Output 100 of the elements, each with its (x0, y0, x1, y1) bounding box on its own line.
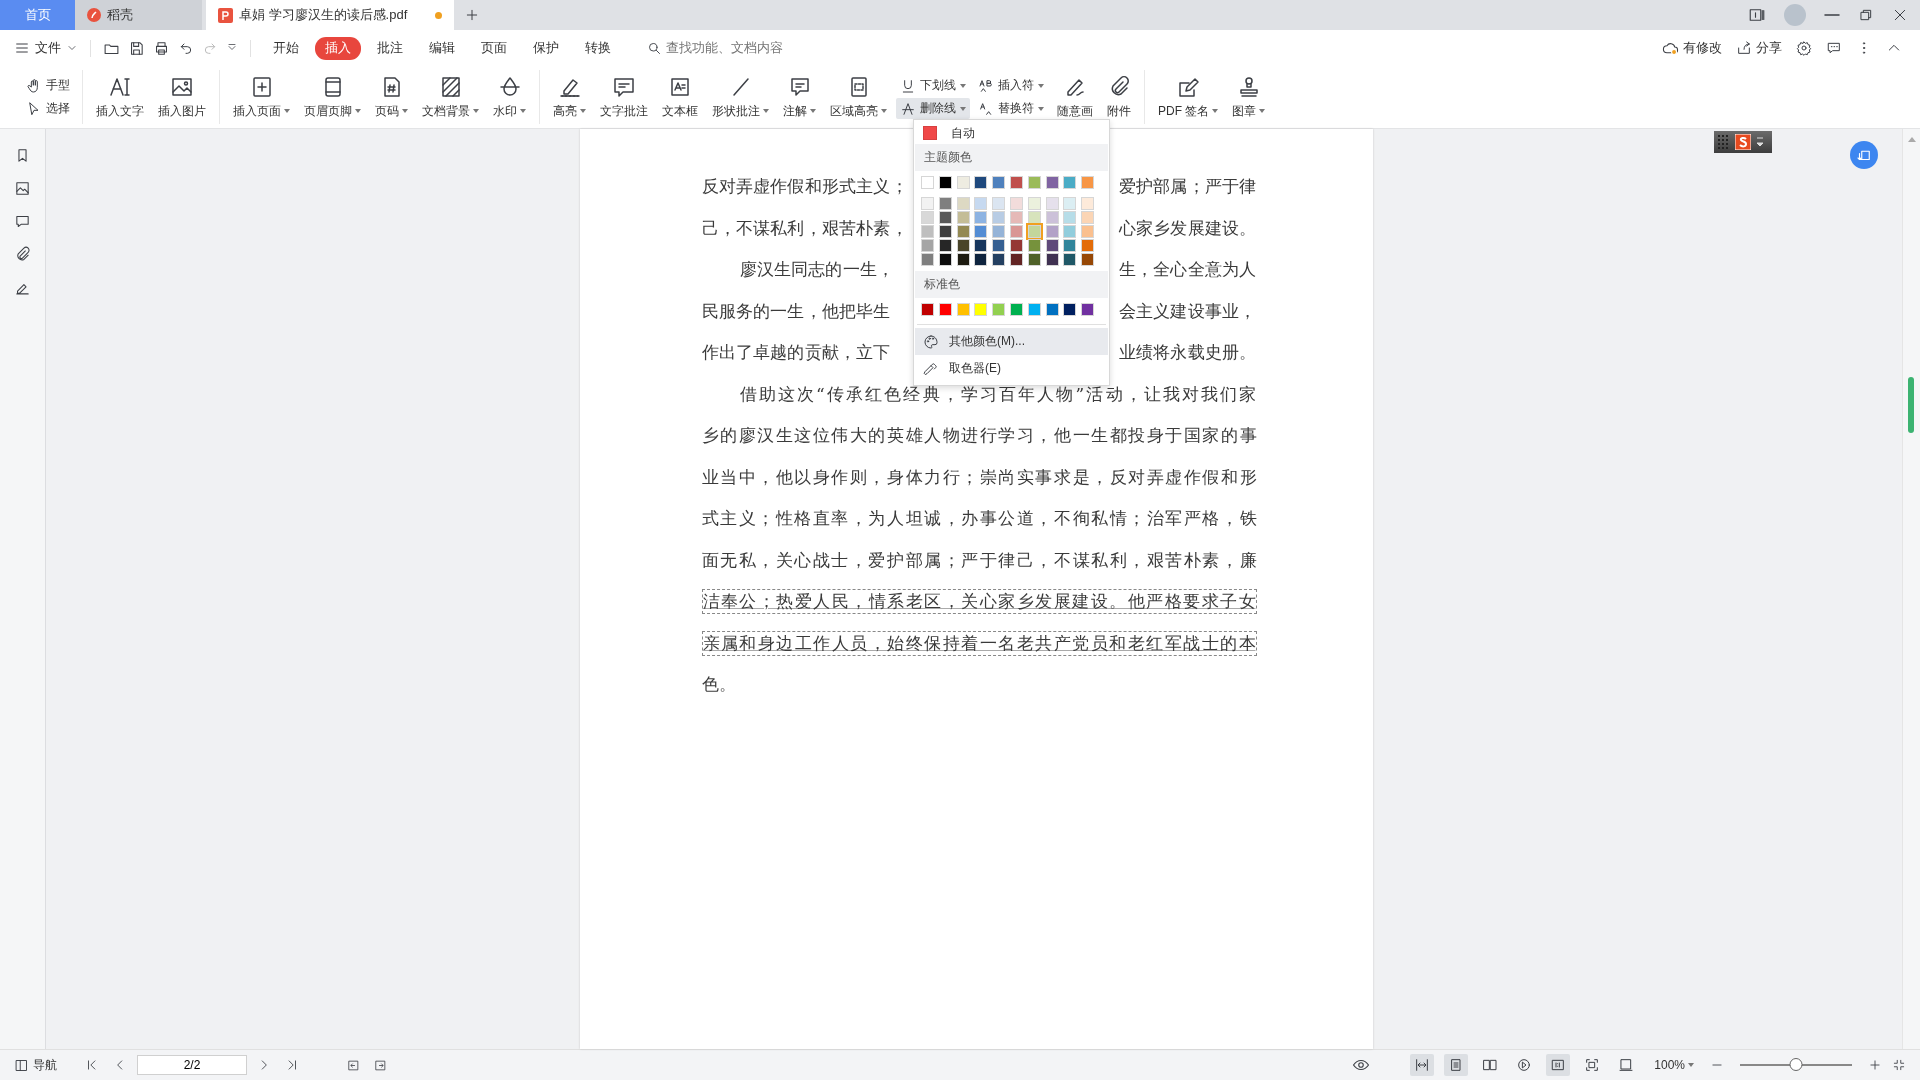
toolbar-button[interactable]: 页眉页脚 (299, 73, 366, 121)
color-swatch[interactable] (1010, 211, 1023, 224)
toolbar-button[interactable]: 形状批注 (707, 73, 774, 121)
color-swatch[interactable] (921, 176, 934, 189)
toolbar-button[interactable]: PDF 签名 (1153, 73, 1224, 121)
color-swatch[interactable] (1081, 197, 1095, 210)
color-swatch[interactable] (938, 225, 952, 238)
color-swatch[interactable] (1063, 197, 1077, 210)
color-swatch[interactable] (956, 303, 970, 316)
auto-color-option[interactable]: 自动 (915, 122, 983, 144)
file-menu[interactable]: 文件 (14, 39, 78, 57)
color-swatch[interactable] (1027, 303, 1041, 316)
color-swatch[interactable] (1027, 239, 1041, 252)
toolbar-button[interactable]: 注解 (778, 73, 821, 121)
color-swatch[interactable] (974, 239, 988, 252)
color-swatch[interactable] (1045, 176, 1059, 189)
slider-thumb[interactable] (1789, 1058, 1803, 1071)
menu-tab[interactable]: 开始 (263, 36, 309, 60)
color-swatch[interactable] (1010, 225, 1023, 238)
color-swatch[interactable] (1045, 211, 1059, 224)
view-button[interactable] (1410, 1054, 1435, 1076)
color-swatch[interactable] (1027, 176, 1041, 189)
color-swatch[interactable] (938, 211, 952, 224)
color-swatch[interactable] (1010, 197, 1023, 210)
color-swatch[interactable] (956, 225, 970, 238)
toolbar-button[interactable]: 选择 (22, 98, 74, 119)
view-button[interactable] (1546, 1054, 1571, 1076)
toolbar-button[interactable]: 插入图片 (153, 73, 211, 121)
color-swatch[interactable] (1027, 253, 1041, 266)
color-swatch[interactable] (1063, 239, 1077, 252)
toolbar-button[interactable]: 删除线 (896, 98, 970, 119)
color-swatch[interactable] (1027, 197, 1041, 210)
color-swatch[interactable] (956, 211, 970, 224)
color-swatch[interactable] (992, 225, 1006, 238)
toolbar-button[interactable]: 随意画 (1052, 73, 1098, 121)
convert-button[interactable] (1850, 141, 1878, 169)
menu-tab[interactable]: 转换 (575, 36, 621, 60)
color-swatch[interactable] (1063, 176, 1077, 189)
toolbar-button[interactable]: 文本框 (657, 73, 703, 121)
share-button[interactable]: 分享 (1736, 39, 1782, 57)
toolbar-button[interactable]: 水印 (488, 73, 531, 121)
color-swatch[interactable] (1081, 225, 1095, 238)
menu-item[interactable]: 其他颜色(M)... (915, 328, 1108, 355)
view-button[interactable] (1444, 1054, 1469, 1076)
scroll-thumb[interactable] (1908, 377, 1914, 433)
menu-tab[interactable]: 页面 (471, 36, 517, 60)
navigation-button[interactable]: 导航 (14, 1056, 57, 1074)
color-swatch[interactable] (992, 197, 1006, 210)
tab[interactable]: 稻壳 (75, 0, 202, 30)
menu-tab[interactable]: 批注 (367, 36, 413, 60)
color-swatch[interactable] (1081, 211, 1095, 224)
color-swatch[interactable] (1010, 176, 1023, 189)
color-swatch[interactable] (921, 303, 934, 316)
zoom-dropdown[interactable]: 100% (1654, 1058, 1694, 1072)
color-swatch[interactable] (921, 211, 934, 224)
toolbar-button[interactable]: 页码 (370, 73, 413, 121)
color-swatch[interactable] (1063, 211, 1077, 224)
color-swatch[interactable] (1010, 303, 1023, 316)
color-swatch[interactable] (956, 197, 970, 210)
ime-toolbar[interactable] (1714, 131, 1772, 153)
color-swatch[interactable] (921, 197, 934, 210)
color-swatch[interactable] (974, 197, 988, 210)
color-swatch[interactable] (921, 239, 934, 252)
color-swatch[interactable] (956, 239, 970, 252)
color-swatch[interactable] (1081, 253, 1095, 266)
tab[interactable]: 卓娟 学习廖汉生的读后感.pdf (206, 0, 454, 30)
color-swatch[interactable] (992, 239, 1006, 252)
search-field[interactable]: 查找功能、文档内容 (666, 41, 816, 55)
toolbar-button[interactable]: 替换符 (974, 98, 1048, 119)
color-swatch[interactable] (974, 176, 988, 189)
color-swatch[interactable] (992, 176, 1006, 189)
color-swatch[interactable] (992, 303, 1006, 316)
color-swatch[interactable] (974, 253, 988, 266)
toolbar-button[interactable]: 文字批注 (595, 73, 653, 121)
menu-item[interactable]: 取色器(E) (915, 355, 1108, 382)
color-swatch[interactable] (1045, 239, 1059, 252)
menu-tab[interactable]: 插入 (315, 36, 361, 60)
toolbar-button[interactable]: 图章 (1227, 73, 1271, 121)
menu-tab[interactable]: 编辑 (419, 36, 465, 60)
page-field[interactable]: 2/2 (137, 1055, 247, 1075)
color-swatch[interactable] (1010, 253, 1023, 266)
color-swatch[interactable] (921, 225, 934, 238)
color-swatch[interactable] (1045, 225, 1059, 238)
color-swatch[interactable] (938, 239, 952, 252)
color-swatch[interactable] (1081, 176, 1095, 189)
toolbar-button[interactable]: 插入文字 (91, 73, 149, 121)
toolbar-button[interactable]: 插入符 (974, 75, 1048, 96)
toolbar-button[interactable]: 插入页面 (228, 73, 295, 121)
color-swatch[interactable] (938, 303, 952, 316)
toolbar-button[interactable]: 文档背景 (417, 73, 484, 121)
color-swatch[interactable] (1045, 197, 1059, 210)
color-swatch[interactable] (1027, 225, 1041, 238)
color-swatch[interactable] (1063, 253, 1077, 266)
color-swatch[interactable] (1045, 253, 1059, 266)
color-swatch[interactable] (992, 253, 1006, 266)
color-swatch[interactable] (974, 303, 988, 316)
toolbar-button[interactable]: 手型 (22, 75, 74, 96)
color-swatch[interactable] (956, 176, 970, 189)
menu-tab[interactable]: 保护 (523, 36, 569, 60)
color-swatch[interactable] (938, 176, 952, 189)
